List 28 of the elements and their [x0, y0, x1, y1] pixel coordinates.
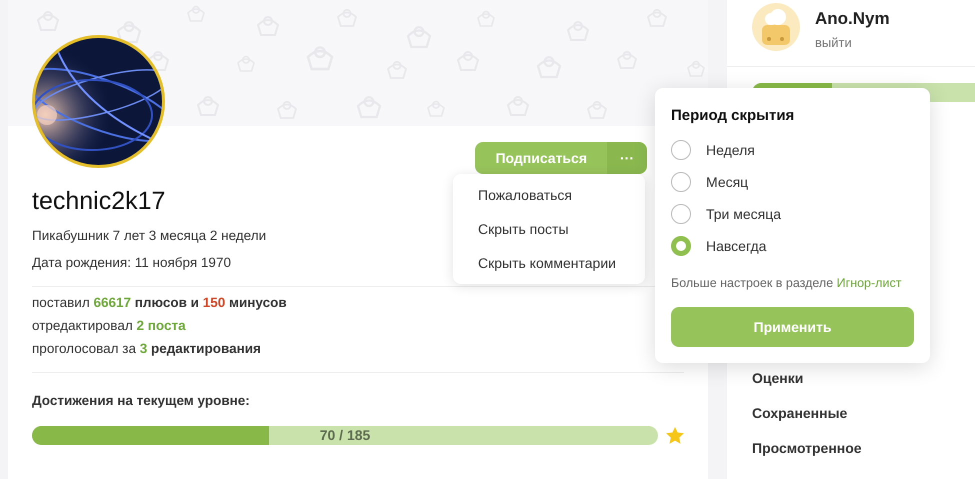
progress-reading: 70 / 185	[318, 427, 372, 443]
option-label[interactable]: Навсегда	[706, 238, 766, 254]
menu-item[interactable]: Пожаловаться	[453, 178, 645, 212]
username: technic2k17	[32, 187, 166, 216]
menu-item[interactable]: Скрыть комментарии	[453, 246, 645, 280]
hint-text: Больше настроек в разделе	[671, 276, 834, 290]
avatar-icon	[752, 3, 800, 51]
radio-button[interactable]	[671, 204, 691, 224]
sidebar-item[interactable]: Просмотренное	[752, 440, 975, 456]
sidebar-item[interactable]: Оценки	[752, 370, 975, 386]
stat-line: отредактировал 2 поста	[32, 318, 186, 333]
radio-button[interactable]	[671, 172, 691, 192]
star-icon	[666, 427, 684, 444]
radio-button[interactable]	[671, 236, 691, 256]
option-label[interactable]: Три месяца	[706, 206, 782, 222]
user-name: Ano.Nym	[815, 9, 890, 29]
birthday-text: Дата рождения: 11 ноября 1970	[32, 255, 231, 270]
option-label[interactable]: Неделя	[706, 142, 755, 158]
logout-link[interactable]: выйти	[815, 35, 890, 50]
tenure-text: Пикабушник 7 лет 3 месяца 2 недели	[32, 228, 266, 243]
option-label[interactable]: Месяц	[706, 174, 748, 190]
stat-line: проголосовал за 3 редактирования	[32, 341, 261, 356]
popup-title: Период скрытия	[671, 107, 796, 124]
achievements-title: Достижения на текущем уровне:	[32, 393, 251, 408]
stat-line: поставил 66617 плюсов и 150 минусов	[32, 295, 287, 310]
menu-item[interactable]: Скрыть посты	[453, 212, 645, 246]
sidebar-item[interactable]: Сохраненные	[752, 405, 975, 421]
radio-button[interactable]	[671, 140, 691, 160]
